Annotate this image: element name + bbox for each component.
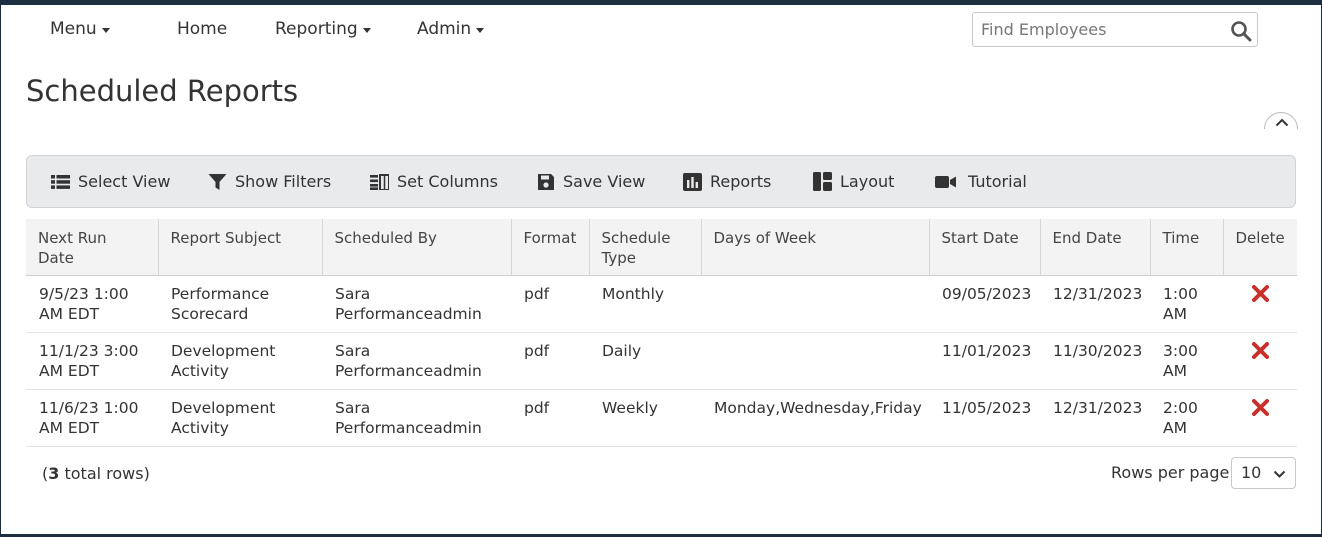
- total-rows-number: 3: [48, 464, 60, 483]
- cell-days-of-week: [701, 275, 929, 333]
- cell-days-of-week: [701, 332, 929, 390]
- table-row: 11/1/23 3:00 AM EDT Development Activity…: [26, 332, 1297, 390]
- cell-next-run-date: 11/6/23 1:00 AM EDT: [26, 389, 158, 447]
- column-header-days-of-week[interactable]: Days of Week: [701, 219, 930, 276]
- rows-per-page-label: Rows per page:: [1111, 463, 1235, 482]
- nav-home-label: Home: [177, 19, 228, 39]
- nav-menu[interactable]: Menu: [50, 19, 110, 39]
- cell-start-date: 11/05/2023: [929, 389, 1040, 447]
- column-header-report-subject[interactable]: Report Subject: [158, 219, 323, 276]
- show-filters-label: Show Filters: [235, 172, 332, 191]
- close-icon: [1252, 398, 1269, 416]
- nav-admin-label: Admin: [417, 19, 472, 39]
- cell-format: pdf: [511, 275, 589, 333]
- page-title: Scheduled Reports: [26, 74, 299, 108]
- nav-home[interactable]: Home: [177, 19, 227, 39]
- chevron-down-icon: [1273, 470, 1286, 478]
- caret-down-icon: [101, 27, 110, 33]
- cell-days-of-week: Monday,Wednesday,Friday: [701, 389, 929, 447]
- nav-reporting-label: Reporting: [275, 19, 358, 39]
- cell-report-subject: Development Activity: [158, 332, 322, 390]
- cell-schedule-type: Weekly: [589, 389, 701, 447]
- close-icon: [1252, 284, 1269, 302]
- caret-down-icon: [476, 27, 485, 33]
- nav-reporting[interactable]: Reporting: [275, 19, 371, 39]
- set-columns-label: Set Columns: [397, 172, 498, 191]
- cell-delete: [1223, 389, 1297, 447]
- save-view-button[interactable]: Save View: [537, 156, 645, 207]
- delete-row-button[interactable]: [1252, 398, 1269, 421]
- set-columns-button[interactable]: Set Columns: [370, 156, 498, 207]
- scheduled-reports-table: Next Run Date Report Subject Scheduled B…: [26, 219, 1297, 447]
- chevron-up-icon: [1275, 118, 1289, 127]
- tutorial-button[interactable]: Tutorial: [935, 156, 1027, 207]
- column-header-schedule-type[interactable]: Schedule Type: [589, 219, 702, 276]
- video-camera-icon: [935, 175, 956, 188]
- cell-schedule-type: Daily: [589, 332, 701, 390]
- column-header-next-run-date[interactable]: Next Run Date: [26, 219, 159, 276]
- column-header-format[interactable]: Format: [511, 219, 590, 276]
- cell-report-subject: Development Activity: [158, 389, 322, 447]
- column-header-start-date[interactable]: Start Date: [929, 219, 1041, 276]
- search-icon[interactable]: [1230, 20, 1252, 42]
- cell-format: pdf: [511, 332, 589, 390]
- close-icon: [1252, 341, 1269, 359]
- layout-icon: [813, 172, 832, 191]
- nav-menu-label: Menu: [50, 19, 97, 39]
- cell-next-run-date: 11/1/23 3:00 AM EDT: [26, 332, 158, 390]
- table-row: 9/5/23 1:00 AM EDT Performance Scorecard…: [26, 275, 1297, 333]
- cell-scheduled-by: Sara Performanceadmin: [322, 389, 511, 447]
- select-view-button[interactable]: Select View: [51, 156, 170, 207]
- floppy-disk-icon: [538, 173, 554, 190]
- cell-format: pdf: [511, 389, 589, 447]
- column-header-scheduled-by[interactable]: Scheduled By: [322, 219, 512, 276]
- total-rows-count: (3 total rows): [42, 464, 150, 483]
- cell-delete: [1223, 275, 1297, 333]
- filter-icon: [208, 173, 227, 190]
- list-icon: [51, 174, 70, 189]
- reports-label: Reports: [710, 172, 772, 191]
- column-header-end-date[interactable]: End Date: [1040, 219, 1151, 276]
- cell-time: 2:00 AM: [1150, 389, 1223, 447]
- layout-label: Layout: [840, 172, 895, 191]
- delete-row-button[interactable]: [1252, 341, 1269, 364]
- reports-button[interactable]: Reports: [683, 156, 771, 207]
- show-filters-button[interactable]: Show Filters: [208, 156, 331, 207]
- cell-start-date: 11/01/2023: [929, 332, 1040, 390]
- search-input[interactable]: [973, 13, 1223, 46]
- cell-report-subject: Performance Scorecard: [158, 275, 322, 333]
- rows-per-page-value: 10: [1241, 463, 1262, 482]
- cell-scheduled-by: Sara Performanceadmin: [322, 275, 511, 333]
- cell-next-run-date: 9/5/23 1:00 AM EDT: [26, 275, 158, 333]
- columns-icon: [370, 173, 389, 190]
- cell-end-date: 11/30/2023: [1040, 332, 1150, 390]
- rows-per-page-select[interactable]: 10: [1231, 457, 1296, 489]
- cell-delete: [1223, 332, 1297, 390]
- column-header-time[interactable]: Time: [1150, 219, 1224, 276]
- cell-time: 1:00 AM: [1150, 275, 1223, 333]
- bar-chart-icon: [683, 172, 702, 191]
- cell-end-date: 12/31/2023: [1040, 389, 1150, 447]
- employee-search: [972, 12, 1258, 47]
- save-view-label: Save View: [563, 172, 646, 191]
- total-rows-suffix: total rows): [59, 464, 150, 483]
- table-header-row: Next Run Date Report Subject Scheduled B…: [26, 219, 1297, 276]
- select-view-label: Select View: [78, 172, 171, 191]
- view-toolbar: Select View Show Filters Set Columns Sav…: [26, 155, 1296, 208]
- column-header-delete: Delete: [1223, 219, 1297, 276]
- cell-scheduled-by: Sara Performanceadmin: [322, 332, 511, 390]
- tutorial-label: Tutorial: [968, 172, 1027, 191]
- cell-start-date: 09/05/2023: [929, 275, 1040, 333]
- table-row: 11/6/23 1:00 AM EDT Development Activity…: [26, 389, 1297, 447]
- caret-down-icon: [362, 27, 371, 33]
- cell-time: 3:00 AM: [1150, 332, 1223, 390]
- cell-end-date: 12/31/2023: [1040, 275, 1150, 333]
- delete-row-button[interactable]: [1252, 284, 1269, 307]
- cell-schedule-type: Monthly: [589, 275, 701, 333]
- nav-admin[interactable]: Admin: [417, 19, 485, 39]
- layout-button[interactable]: Layout: [813, 156, 894, 207]
